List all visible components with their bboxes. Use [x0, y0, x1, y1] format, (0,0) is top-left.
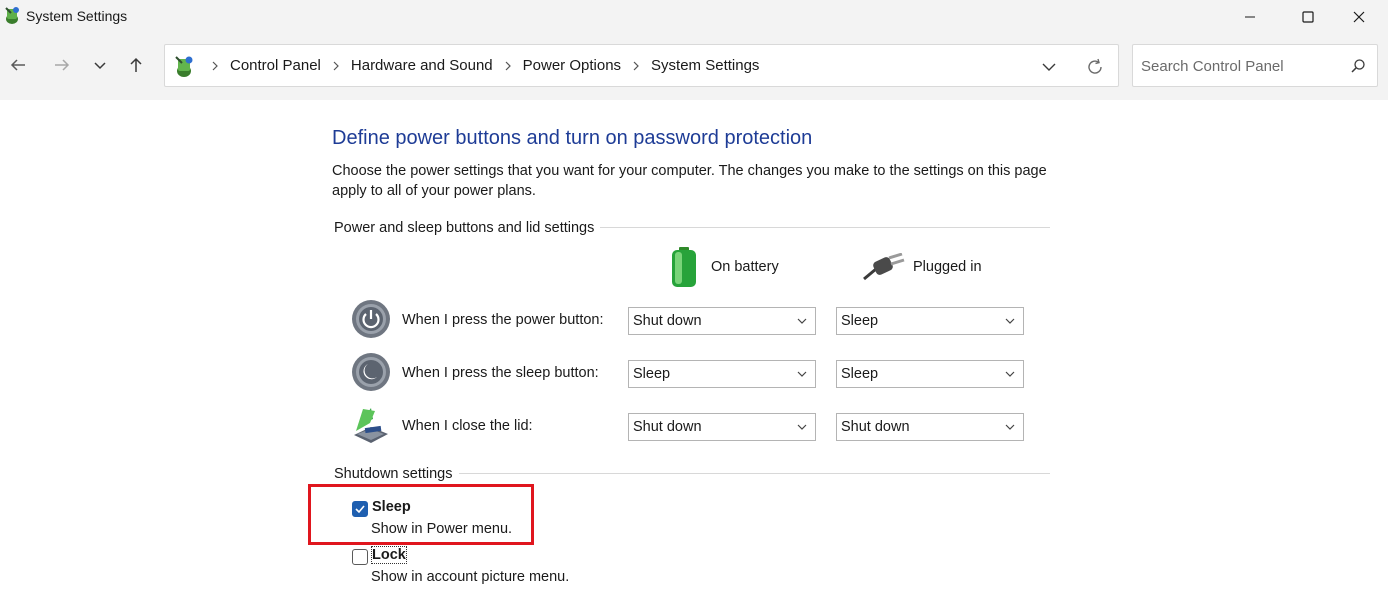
breadcrumb-system-settings[interactable]: System Settings — [649, 57, 761, 74]
recent-locations-button[interactable] — [88, 53, 112, 77]
power-section-header: Power and sleep buttons and lid settings — [334, 220, 601, 236]
address-bar[interactable]: Control Panel Hardware and Sound Power O… — [164, 44, 1119, 87]
maximize-icon — [1302, 10, 1314, 23]
minimize-icon — [1245, 16, 1255, 17]
breadcrumb-control-panel[interactable]: Control Panel — [228, 57, 323, 74]
chevron-down-icon — [94, 62, 106, 70]
sleep-checkbox-description: Show in Power menu. — [371, 521, 513, 537]
chevron-down-icon — [797, 318, 807, 324]
chevron-right-icon[interactable] — [499, 61, 517, 71]
select-value: Sleep — [841, 313, 879, 329]
power-button-icon — [352, 300, 390, 338]
control-panel-icon — [175, 56, 193, 77]
select-value: Sleep — [633, 366, 671, 382]
page-title: Define power buttons and turn on passwor… — [332, 127, 813, 149]
sleep-button-plugged-select[interactable]: Sleep — [836, 360, 1024, 388]
search-box[interactable] — [1132, 44, 1378, 87]
close-lid-label: When I close the lid: — [402, 418, 533, 434]
control-panel-icon — [5, 7, 19, 24]
title-bar: System Settings — [0, 0, 1388, 33]
page-description: Choose the power settings that you want … — [332, 163, 1047, 199]
breadcrumb-hardware-and-sound[interactable]: Hardware and Sound — [349, 57, 495, 74]
chevron-right-icon[interactable] — [327, 61, 345, 71]
chevron-down-icon — [797, 371, 807, 377]
chevron-down-icon — [1005, 424, 1015, 430]
up-arrow-icon — [130, 57, 142, 72]
on-battery-label: On battery — [711, 259, 779, 275]
close-icon — [1353, 11, 1365, 22]
refresh-icon[interactable] — [1085, 57, 1105, 77]
checkmark-icon — [355, 505, 365, 514]
breadcrumb-power-options[interactable]: Power Options — [521, 57, 623, 74]
chevron-down-icon — [797, 424, 807, 430]
sleep-checkbox-label[interactable]: Sleep — [372, 499, 411, 515]
select-value: Shut down — [633, 313, 702, 329]
window-title: System Settings — [26, 8, 128, 24]
minimize-button[interactable] — [1221, 0, 1279, 33]
select-value: Sleep — [841, 366, 879, 382]
power-button-label: When I press the power button: — [402, 312, 604, 328]
back-button[interactable] — [6, 53, 30, 77]
close-lid-plugged-select[interactable]: Shut down — [836, 413, 1024, 441]
lock-checkbox[interactable] — [352, 549, 368, 565]
search-icon[interactable] — [1350, 58, 1366, 74]
search-input[interactable] — [1141, 55, 1341, 77]
breadcrumb: Control Panel Hardware and Sound Power O… — [202, 57, 761, 74]
sleep-button-label: When I press the sleep button: — [402, 365, 599, 381]
power-plug-icon — [863, 253, 905, 281]
sleep-button-icon — [352, 353, 390, 391]
chevron-down-icon — [1005, 318, 1015, 324]
back-arrow-icon — [10, 59, 25, 71]
address-dropdown-icon[interactable] — [1039, 57, 1059, 77]
chevron-down-icon — [1005, 371, 1015, 377]
chevron-right-icon[interactable] — [627, 61, 645, 71]
laptop-lid-icon — [354, 408, 388, 443]
power-button-plugged-select[interactable]: Sleep — [836, 307, 1024, 335]
up-button[interactable] — [124, 53, 148, 77]
forward-button[interactable] — [50, 53, 74, 77]
power-button-battery-select[interactable]: Shut down — [628, 307, 816, 335]
battery-icon — [672, 247, 696, 287]
plugged-in-label: Plugged in — [913, 259, 982, 275]
sleep-button-battery-select[interactable]: Sleep — [628, 360, 816, 388]
close-button[interactable] — [1330, 0, 1388, 33]
lock-checkbox-description: Show in account picture menu. — [371, 569, 570, 585]
select-value: Shut down — [633, 419, 702, 435]
sleep-checkbox[interactable] — [352, 501, 368, 517]
chevron-right-icon — [206, 61, 224, 71]
maximize-button[interactable] — [1279, 0, 1337, 33]
close-lid-battery-select[interactable]: Shut down — [628, 413, 816, 441]
select-value: Shut down — [841, 419, 910, 435]
forward-arrow-icon — [55, 59, 70, 71]
lock-checkbox-label[interactable]: Lock — [371, 546, 407, 564]
shutdown-section-header: Shutdown settings — [334, 466, 459, 482]
